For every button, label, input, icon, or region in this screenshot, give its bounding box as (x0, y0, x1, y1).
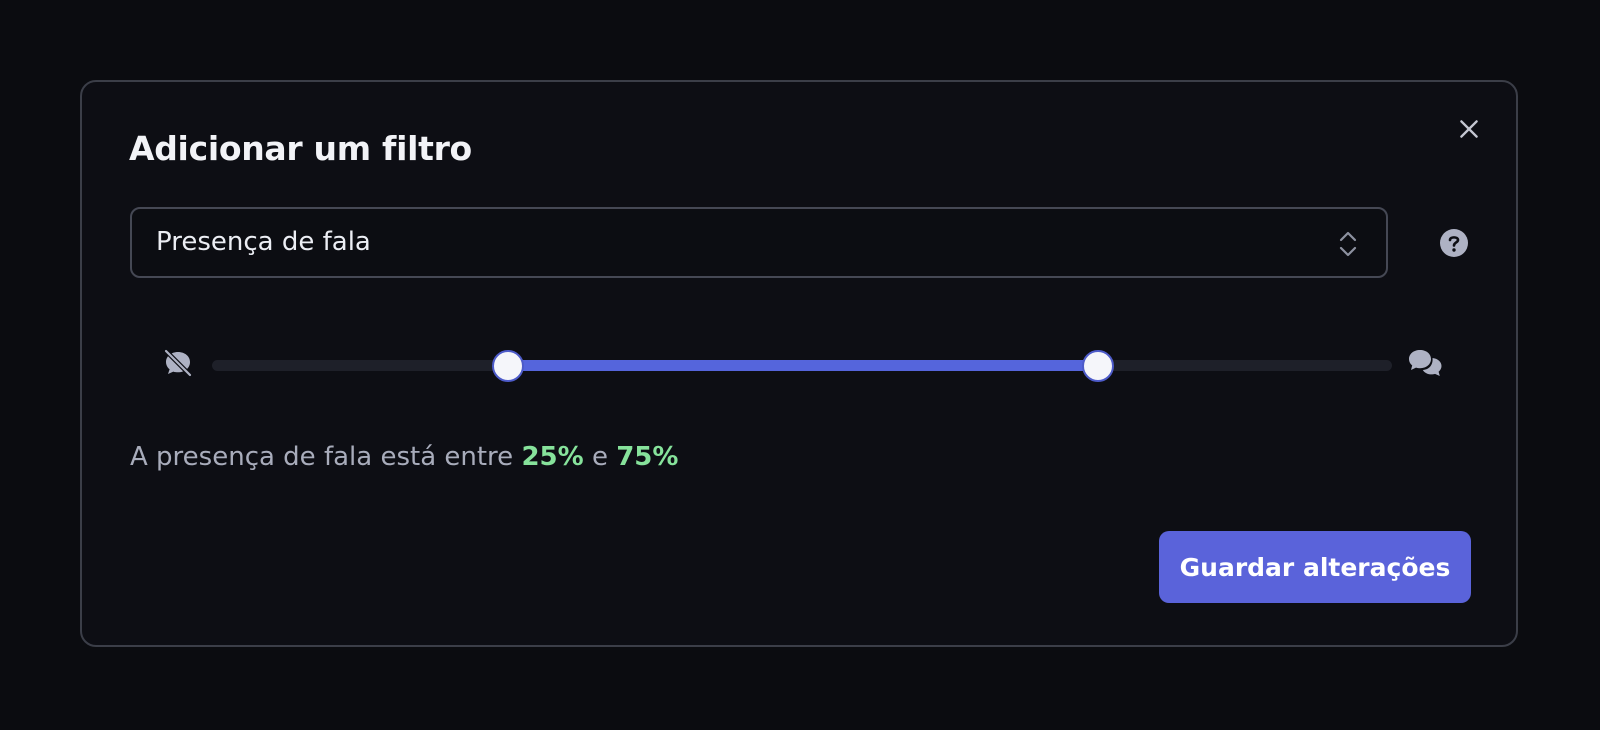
dialog-title: Adicionar um filtro (129, 129, 472, 168)
summary-conjunction: e (591, 442, 608, 472)
filter-dialog: Adicionar um filtro Presença de fala A p… (80, 80, 1518, 647)
slider-selected-range (507, 360, 1097, 371)
save-changes-button[interactable]: Guardar alterações (1159, 531, 1471, 603)
speech-bubbles-icon (1409, 350, 1442, 376)
no-speech-icon (163, 348, 193, 378)
summary-lower-value: 25% (521, 442, 584, 472)
range-summary: A presença de fala está entre 25% e 75% (130, 442, 678, 472)
slider-upper-handle[interactable] (1082, 350, 1114, 382)
help-circle-icon[interactable] (1439, 228, 1469, 258)
summary-upper-value: 75% (616, 442, 679, 472)
slider-lower-handle[interactable] (492, 350, 524, 382)
chevron-up-down-icon (1339, 231, 1357, 257)
speech-range-slider[interactable] (212, 350, 1392, 382)
filter-type-select[interactable]: Presença de fala (130, 207, 1388, 278)
close-icon[interactable] (1456, 116, 1482, 142)
summary-prefix: A presença de fala está entre (130, 442, 514, 472)
filter-type-value: Presença de fala (156, 227, 371, 257)
